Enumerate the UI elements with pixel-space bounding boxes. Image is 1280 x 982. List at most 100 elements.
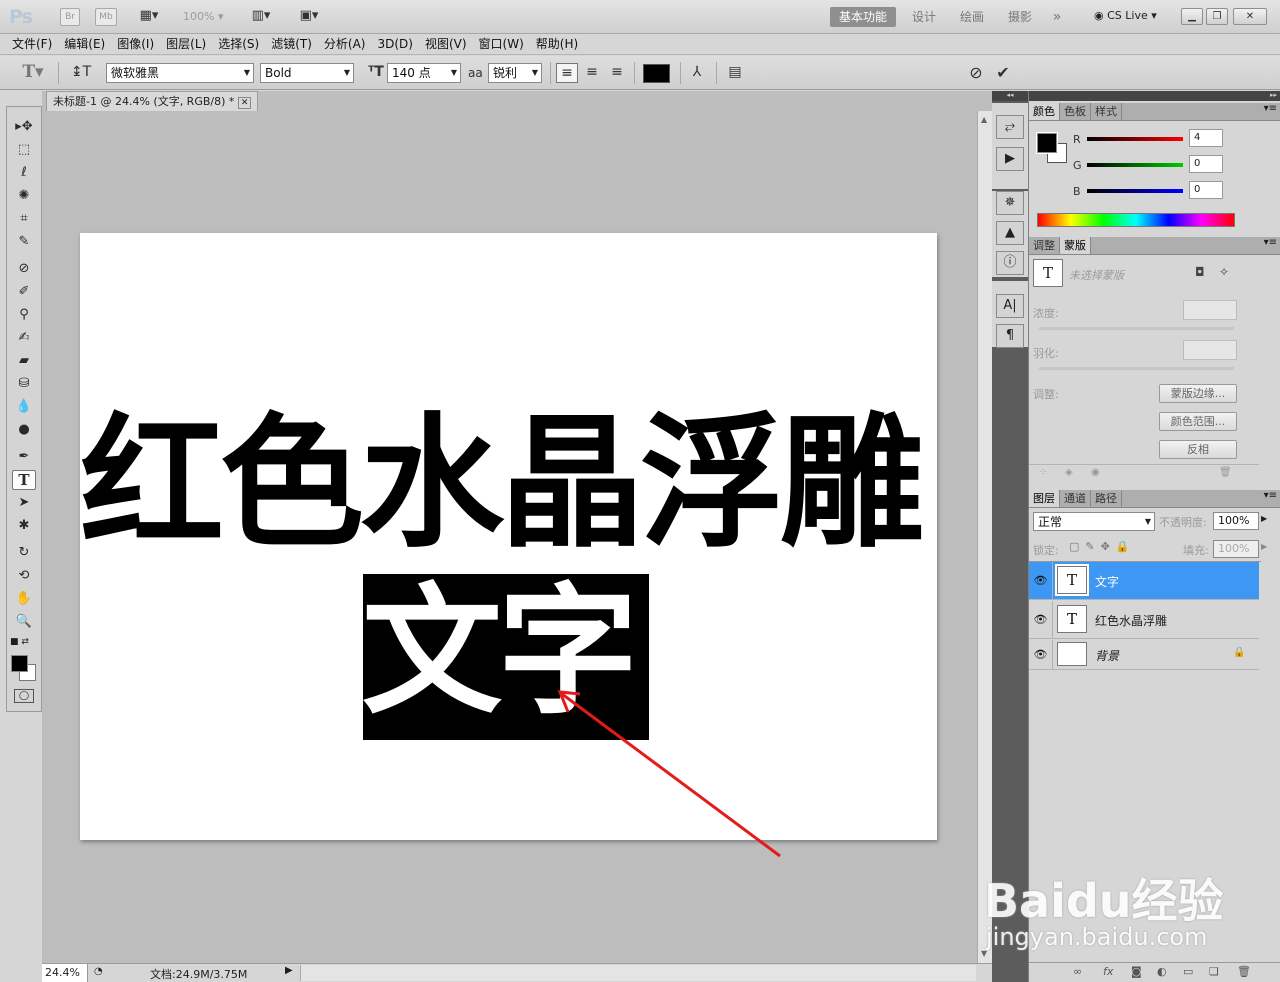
layer-row[interactable]: 👁 T 文字: [1029, 562, 1259, 600]
fill-field[interactable]: 100%: [1213, 540, 1259, 558]
blur-tool-icon[interactable]: 💧: [12, 397, 36, 417]
load-selection-icon[interactable]: ⁘: [1039, 467, 1047, 478]
mini-bridge-button[interactable]: Mb: [95, 8, 117, 26]
opacity-field[interactable]: 100%: [1213, 512, 1259, 530]
text-color-swatch[interactable]: [643, 64, 670, 83]
character-panel-icon[interactable]: A|: [996, 294, 1024, 318]
tab-color[interactable]: 颜色: [1029, 103, 1060, 120]
menu-analysis[interactable]: 分析(A): [318, 34, 372, 55]
document-tab[interactable]: 未标题-1 @ 24.4% (文字, RGB/8) * ✕: [46, 91, 259, 111]
font-size-select[interactable]: 140 点 ▼: [387, 63, 461, 83]
3d-rotate-icon[interactable]: ↻: [12, 543, 36, 563]
arrange-documents-icon[interactable]: ▥▾: [244, 8, 278, 23]
new-layer-icon[interactable]: ❏: [1209, 965, 1219, 978]
add-mask-icon[interactable]: ◙: [1131, 965, 1142, 978]
history-panel-icon[interactable]: ⥂: [996, 115, 1024, 139]
g-value[interactable]: 0: [1189, 155, 1223, 173]
mask-edge-button[interactable]: 蒙版边缘...: [1159, 384, 1237, 403]
adjustment-layer-icon[interactable]: ◐: [1157, 965, 1167, 978]
align-right-icon[interactable]: ≡: [606, 64, 628, 80]
visibility-eye-icon[interactable]: 👁: [1029, 562, 1053, 599]
menu-3d[interactable]: 3D(D): [371, 34, 418, 55]
lasso-tool-icon[interactable]: ℓ: [12, 163, 36, 183]
scroll-up-icon[interactable]: ▲: [981, 115, 987, 124]
visibility-eye-icon[interactable]: 👁: [1029, 601, 1053, 638]
font-family-select[interactable]: 微软雅黑 ▼: [106, 63, 254, 83]
info-panel-icon[interactable]: ⓘ: [996, 251, 1024, 275]
layer-name[interactable]: 背景: [1095, 647, 1119, 664]
workspace-photography[interactable]: 摄影: [998, 7, 1042, 27]
panel-menu-icon[interactable]: ▾≡: [1264, 490, 1277, 501]
navigator-panel-icon[interactable]: ✵: [996, 191, 1024, 215]
visibility-eye-icon[interactable]: 👁: [1029, 640, 1053, 669]
type-tool-icon[interactable]: T: [12, 470, 36, 490]
view-extras-icon[interactable]: ▦▾: [132, 8, 166, 23]
histogram-panel-icon[interactable]: ▲: [996, 221, 1024, 245]
disable-mask-icon[interactable]: ◉: [1091, 467, 1100, 478]
density-slider[interactable]: [1039, 327, 1234, 330]
marquee-tool-icon[interactable]: ⬚: [12, 140, 36, 160]
hand-tool-icon[interactable]: ✋: [12, 589, 36, 609]
minimize-button[interactable]: ▁: [1181, 8, 1203, 25]
workspace-design[interactable]: 设计: [902, 7, 946, 27]
layer-style-icon[interactable]: fx: [1103, 965, 1113, 978]
menu-view[interactable]: 视图(V): [419, 34, 473, 55]
g-slider[interactable]: [1087, 163, 1183, 167]
menu-image[interactable]: 图像(I): [111, 34, 160, 55]
apply-mask-icon[interactable]: ◈: [1065, 467, 1073, 478]
status-info-icon[interactable]: ◔: [94, 966, 103, 977]
menu-edit[interactable]: 编辑(E): [58, 34, 111, 55]
status-zoom[interactable]: 24.4%: [42, 964, 88, 982]
panel-menu-icon[interactable]: ▾≡: [1264, 103, 1277, 114]
density-field[interactable]: [1183, 300, 1237, 320]
feather-slider[interactable]: [1039, 367, 1234, 370]
delete-layer-icon[interactable]: 🗑: [1237, 965, 1251, 978]
menu-filter[interactable]: 滤镜(T): [265, 34, 318, 55]
character-panel-icon[interactable]: ▤: [724, 64, 746, 80]
panel-menu-icon[interactable]: ▾≡: [1264, 237, 1277, 248]
cancel-edits-icon[interactable]: ⊘: [965, 63, 987, 82]
tab-swatches[interactable]: 色板: [1060, 103, 1091, 120]
close-tab-icon[interactable]: ✕: [237, 97, 252, 109]
antialias-select[interactable]: 锐利 ▼: [488, 63, 542, 83]
more-workspaces-button[interactable]: »: [1044, 7, 1070, 27]
quick-selection-tool-icon[interactable]: ✺: [12, 186, 36, 206]
align-left-icon[interactable]: ≡: [556, 63, 578, 83]
vertical-scrollbar[interactable]: ▲ ▼: [977, 111, 992, 963]
layer-row[interactable]: 👁 T 红色水晶浮雕: [1029, 601, 1259, 639]
b-slider[interactable]: [1087, 189, 1183, 193]
b-value[interactable]: 0: [1189, 181, 1223, 199]
link-layers-icon[interactable]: ∞: [1073, 965, 1082, 978]
crop-tool-icon[interactable]: ⌗: [12, 209, 36, 229]
opacity-arrow-icon[interactable]: ▶: [1261, 514, 1267, 523]
tool-preset-icon[interactable]: T▾: [18, 62, 48, 82]
delete-mask-icon[interactable]: 🗑: [1219, 467, 1232, 478]
pen-tool-icon[interactable]: ✒: [12, 447, 36, 467]
r-value[interactable]: 4: [1189, 129, 1223, 147]
screen-mode-icon[interactable]: ▣▾: [292, 8, 326, 23]
status-menu-icon[interactable]: ▶: [285, 965, 293, 976]
tab-masks[interactable]: 蒙版: [1060, 237, 1091, 254]
menu-help[interactable]: 帮助(H): [530, 34, 584, 55]
text-orientation-icon[interactable]: ↨T: [70, 64, 92, 80]
menu-layer[interactable]: 图层(L): [160, 34, 212, 55]
tab-paths[interactable]: 路径: [1091, 490, 1122, 507]
zoom-level-dropdown[interactable]: 100% ▾: [183, 10, 223, 23]
color-range-button[interactable]: 颜色范围...: [1159, 412, 1237, 431]
dodge-tool-icon[interactable]: ●: [12, 420, 36, 440]
layer-name[interactable]: 文字: [1095, 573, 1119, 590]
r-slider[interactable]: [1087, 137, 1183, 141]
tab-styles[interactable]: 样式: [1091, 103, 1122, 120]
align-center-icon[interactable]: ≡: [581, 64, 603, 80]
shape-tool-icon[interactable]: ✱: [12, 516, 36, 536]
fill-arrow-icon[interactable]: ▶: [1261, 542, 1267, 551]
brush-tool-icon[interactable]: ✐: [12, 282, 36, 302]
history-brush-icon[interactable]: ✍: [12, 328, 36, 348]
menu-file[interactable]: 文件(F): [6, 34, 58, 55]
menu-window[interactable]: 窗口(W): [473, 34, 530, 55]
clone-stamp-icon[interactable]: ⚲: [12, 305, 36, 325]
eyedropper-tool-icon[interactable]: ✎: [12, 232, 36, 252]
invert-button[interactable]: 反相: [1159, 440, 1237, 459]
foreground-color-swatch[interactable]: [11, 655, 28, 672]
workspace-essentials[interactable]: 基本功能: [830, 7, 896, 27]
